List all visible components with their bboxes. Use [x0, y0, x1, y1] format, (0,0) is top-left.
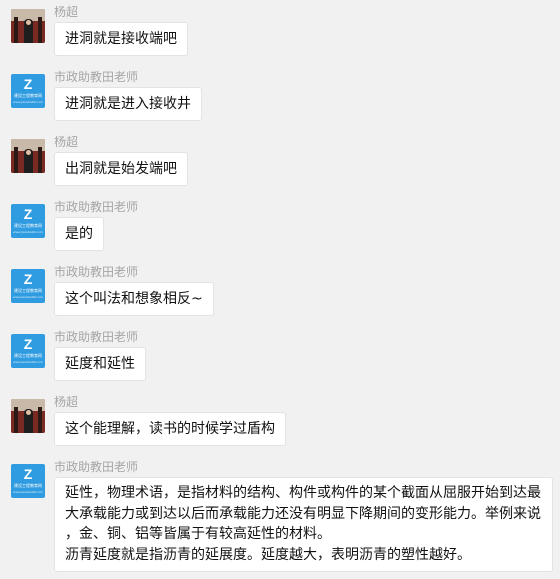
message-line: 沥青延度就是指沥青的延展度。延度越大，表明沥青的塑性越好。 — [65, 546, 471, 563]
message-bubble[interactable]: 延度和延性 — [54, 347, 146, 381]
logo-mark: Z — [23, 336, 33, 352]
message-bubble[interactable]: 进洞就是进入接收井 — [54, 87, 202, 121]
logo-brand: 建设工程教育网 — [14, 288, 42, 293]
logo-mark: Z — [23, 206, 33, 222]
logo-url: www.jianshe99.com — [13, 490, 43, 494]
logo-brand: 建设工程教育网 — [14, 483, 42, 488]
message-line: 大承载能力或到达以后而承载能力还没有明显下降期间的变形能力。举例来说 — [65, 505, 541, 522]
avatar[interactable]: Z 建设工程教育网 www.jianshe99.com — [11, 334, 45, 368]
sender-name: 市政助教田老师 — [54, 330, 139, 344]
message-bubble[interactable]: 出洞就是始发端吧 — [54, 152, 188, 186]
sender-name: 杨超 — [54, 5, 79, 19]
sender-name: 杨超 — [54, 135, 79, 149]
logo-mark: Z — [23, 271, 33, 287]
logo-url: www.jianshe99.com — [13, 100, 43, 104]
avatar[interactable] — [11, 9, 45, 43]
logo-brand: 建设工程教育网 — [14, 93, 42, 98]
message-line: ，金、铜、铝等皆属于有较高延性的材料。 — [65, 526, 331, 542]
message-bubble[interactable]: 这个能理解，读书的时候学过盾构 — [54, 412, 286, 446]
sender-name: 市政助教田老师 — [54, 265, 139, 279]
message-bubble[interactable]: 延性，物理术语，是指材料的结构、构件或构件的某个截面从屈服开始到达最 大承载能力… — [54, 477, 553, 572]
message-bubble[interactable]: 是的 — [54, 217, 104, 251]
message-line: 延性，物理术语，是指材料的结构、构件或构件的某个截面从屈服开始到达最 — [65, 485, 541, 501]
chat-history: 杨超 进洞就是接收端吧 Z 建设工程教育网 www.jianshe99.com … — [0, 0, 560, 579]
sender-name: 市政助教田老师 — [54, 200, 139, 214]
message-bubble[interactable]: 这个叫法和想象相反~ — [54, 282, 214, 316]
avatar[interactable] — [11, 139, 45, 173]
message-bubble[interactable]: 进洞就是接收端吧 — [54, 22, 188, 56]
avatar[interactable] — [11, 399, 45, 433]
logo-mark: Z — [23, 76, 33, 92]
avatar[interactable]: Z 建设工程教育网 www.jianshe99.com — [11, 74, 45, 108]
avatar[interactable]: Z 建设工程教育网 www.jianshe99.com — [11, 269, 45, 303]
avatar[interactable]: Z 建设工程教育网 www.jianshe99.com — [11, 204, 45, 238]
logo-url: www.jianshe99.com — [13, 295, 43, 299]
logo-brand: 建设工程教育网 — [14, 223, 42, 228]
avatar[interactable]: Z 建设工程教育网 www.jianshe99.com — [11, 464, 45, 498]
sender-name: 杨超 — [54, 395, 79, 409]
sender-name: 市政助教田老师 — [54, 460, 139, 474]
logo-url: www.jianshe99.com — [13, 230, 43, 234]
logo-brand: 建设工程教育网 — [14, 353, 42, 358]
logo-mark: Z — [23, 466, 33, 482]
logo-url: www.jianshe99.com — [13, 360, 43, 364]
sender-name: 市政助教田老师 — [54, 70, 139, 84]
